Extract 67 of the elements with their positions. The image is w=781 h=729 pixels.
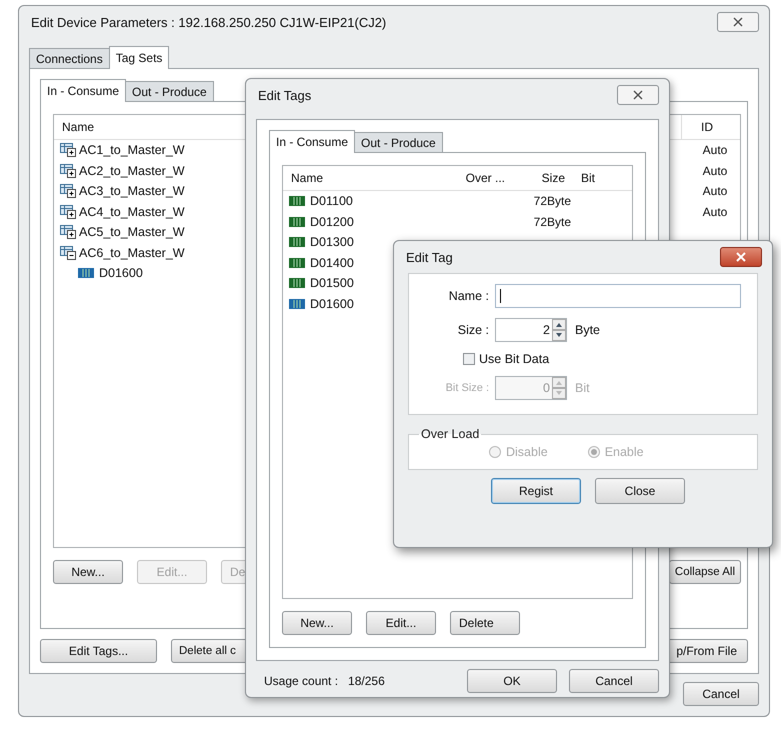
- use-bit-data-checkbox[interactable]: Use Bit Data: [463, 352, 741, 366]
- table-cell-text: Auto: [702, 184, 728, 198]
- column-header[interactable]: ID: [681, 115, 732, 139]
- column-header[interactable]: Name: [283, 171, 433, 185]
- expand-table-icon[interactable]: [60, 204, 77, 219]
- cancel-button[interactable]: Cancel: [569, 669, 659, 693]
- window-title: Edit Device Parameters : 192.168.250.250 CJ1W-EIP21(CJ2): [31, 14, 386, 30]
- tree-item[interactable]: AC2_to_Master_W: [60, 164, 185, 178]
- expand-table-icon[interactable]: [60, 164, 77, 178]
- tab[interactable]: Out - Produce: [354, 132, 443, 152]
- collapse-table-icon[interactable]: [60, 246, 77, 260]
- list-item[interactable]: D01600: [289, 296, 439, 311]
- tree-item[interactable]: AC5_to_Master_W: [60, 225, 185, 240]
- tree-item[interactable]: AC3_to_Master_W: [60, 184, 185, 198]
- expand-table-icon[interactable]: [60, 184, 77, 198]
- button[interactable]: Edit Tags...: [40, 639, 157, 663]
- table-cell-text: Auto: [702, 204, 728, 219]
- table-cell-text: Auto: [702, 164, 728, 178]
- window-title: Edit Tag: [406, 250, 453, 264]
- tree-item[interactable]: AC4_to_Master_W: [60, 204, 185, 219]
- column-header[interactable]: Bit: [573, 171, 613, 185]
- column-header[interactable]: Over ...: [433, 171, 513, 185]
- tab[interactable]: In - Consume: [40, 79, 126, 102]
- tab[interactable]: Connections: [29, 48, 110, 68]
- field-label: Size :: [456, 323, 489, 337]
- tab[interactable]: Out - Produce: [125, 81, 214, 101]
- list-item[interactable]: D01200: [289, 214, 439, 229]
- list-item[interactable]: D01100: [289, 194, 439, 208]
- table-cell-text: 72Byte: [532, 194, 572, 208]
- usage-count: 18/256: [348, 674, 385, 688]
- list-item[interactable]: D01300: [289, 235, 439, 250]
- cancel-button[interactable]: Cancel: [683, 682, 759, 706]
- button[interactable]: New...: [282, 611, 352, 635]
- tree-item[interactable]: AC6_to_Master_W: [60, 246, 185, 260]
- collapse-all-button[interactable]: Collapse All: [668, 560, 741, 584]
- name-field[interactable]: [495, 284, 741, 308]
- close-button[interactable]: [617, 85, 659, 105]
- tab[interactable]: In - Consume: [269, 130, 356, 153]
- button[interactable]: New...: [53, 560, 123, 584]
- column-header[interactable]: Name: [54, 120, 102, 134]
- table-cell-text: Auto: [702, 143, 728, 158]
- tree-item[interactable]: D01600: [78, 266, 143, 280]
- button[interactable]: Edit...: [366, 611, 436, 635]
- unit-label: Byte: [575, 323, 600, 337]
- unit-label: Bit: [575, 381, 590, 395]
- list-item[interactable]: D01500: [289, 276, 439, 290]
- button[interactable]: Regist: [491, 478, 581, 504]
- close-icon: [633, 90, 643, 100]
- expand-table-icon[interactable]: [60, 143, 77, 158]
- close-button[interactable]: [717, 12, 759, 32]
- field-label: Name :: [448, 289, 489, 303]
- table-cell-text: 72Byte: [532, 214, 572, 229]
- button[interactable]: Delete: [450, 611, 520, 635]
- expand-table-icon[interactable]: [60, 225, 77, 240]
- button[interactable]: Close: [595, 478, 685, 504]
- column-header[interactable]: Size: [513, 171, 573, 185]
- close-icon: [733, 17, 743, 27]
- close-icon: [736, 252, 746, 262]
- window-title: Edit Tags: [258, 88, 312, 102]
- ok-button[interactable]: OK: [467, 669, 557, 693]
- field-label: Bit Size :: [444, 382, 489, 394]
- tree-item[interactable]: AC1_to_Master_W: [60, 143, 185, 158]
- size-spinner[interactable]: 2: [495, 318, 567, 342]
- tab[interactable]: Tag Sets: [108, 46, 170, 69]
- group-label: Over Load: [420, 427, 480, 441]
- usage-label: Usage count :: [264, 674, 338, 688]
- close-button[interactable]: [720, 247, 762, 267]
